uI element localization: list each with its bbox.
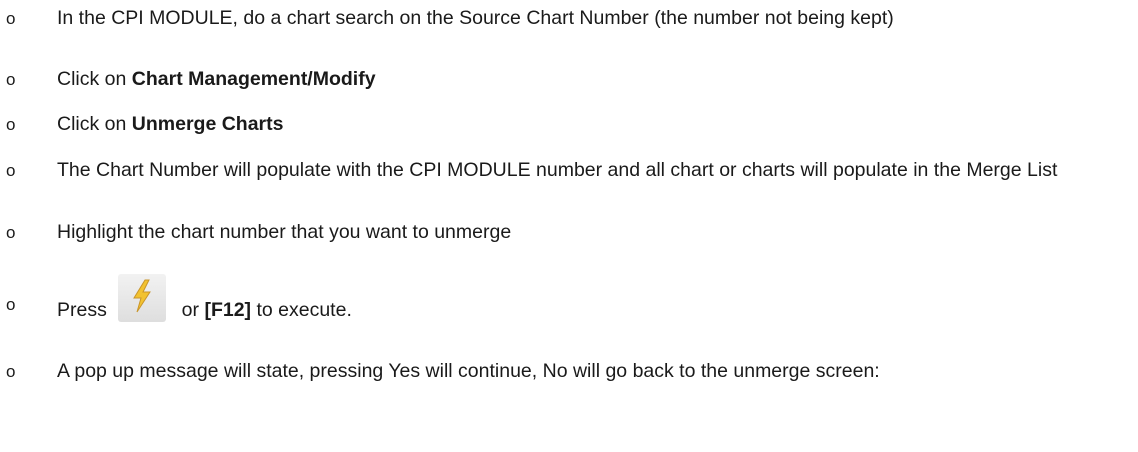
step-5-text: Highlight the chart number that you want… xyxy=(57,221,512,243)
bullet: o xyxy=(6,223,16,242)
step-2-text: Click on Chart Management/Modify xyxy=(57,68,376,90)
menu-chart-management-modify: Chart Management/Modify xyxy=(131,68,376,90)
step-1-text: In the CPI MODULE, do a chart search on … xyxy=(57,7,894,29)
bullet: o xyxy=(6,70,16,89)
bullet: o xyxy=(6,115,16,134)
bullet: o xyxy=(6,9,16,28)
menu-unmerge-charts: Unmerge Charts xyxy=(131,113,284,135)
bullet: o xyxy=(6,161,16,180)
step-7-text: A pop up message will state, pressing Ye… xyxy=(57,360,880,382)
instruction-list: o In the CPI MODULE, do a chart search o… xyxy=(0,0,1138,452)
bullet: o xyxy=(6,295,16,314)
step-3-text: Click on Unmerge Charts xyxy=(57,113,284,135)
execute-button-image xyxy=(118,274,167,322)
step-6-text: Press or [F12] to execute. xyxy=(57,274,1127,334)
f12-key: [F12] xyxy=(204,299,252,321)
bullet: o xyxy=(6,362,16,381)
step-4-text: The Chart Number will populate with the … xyxy=(57,159,1058,181)
